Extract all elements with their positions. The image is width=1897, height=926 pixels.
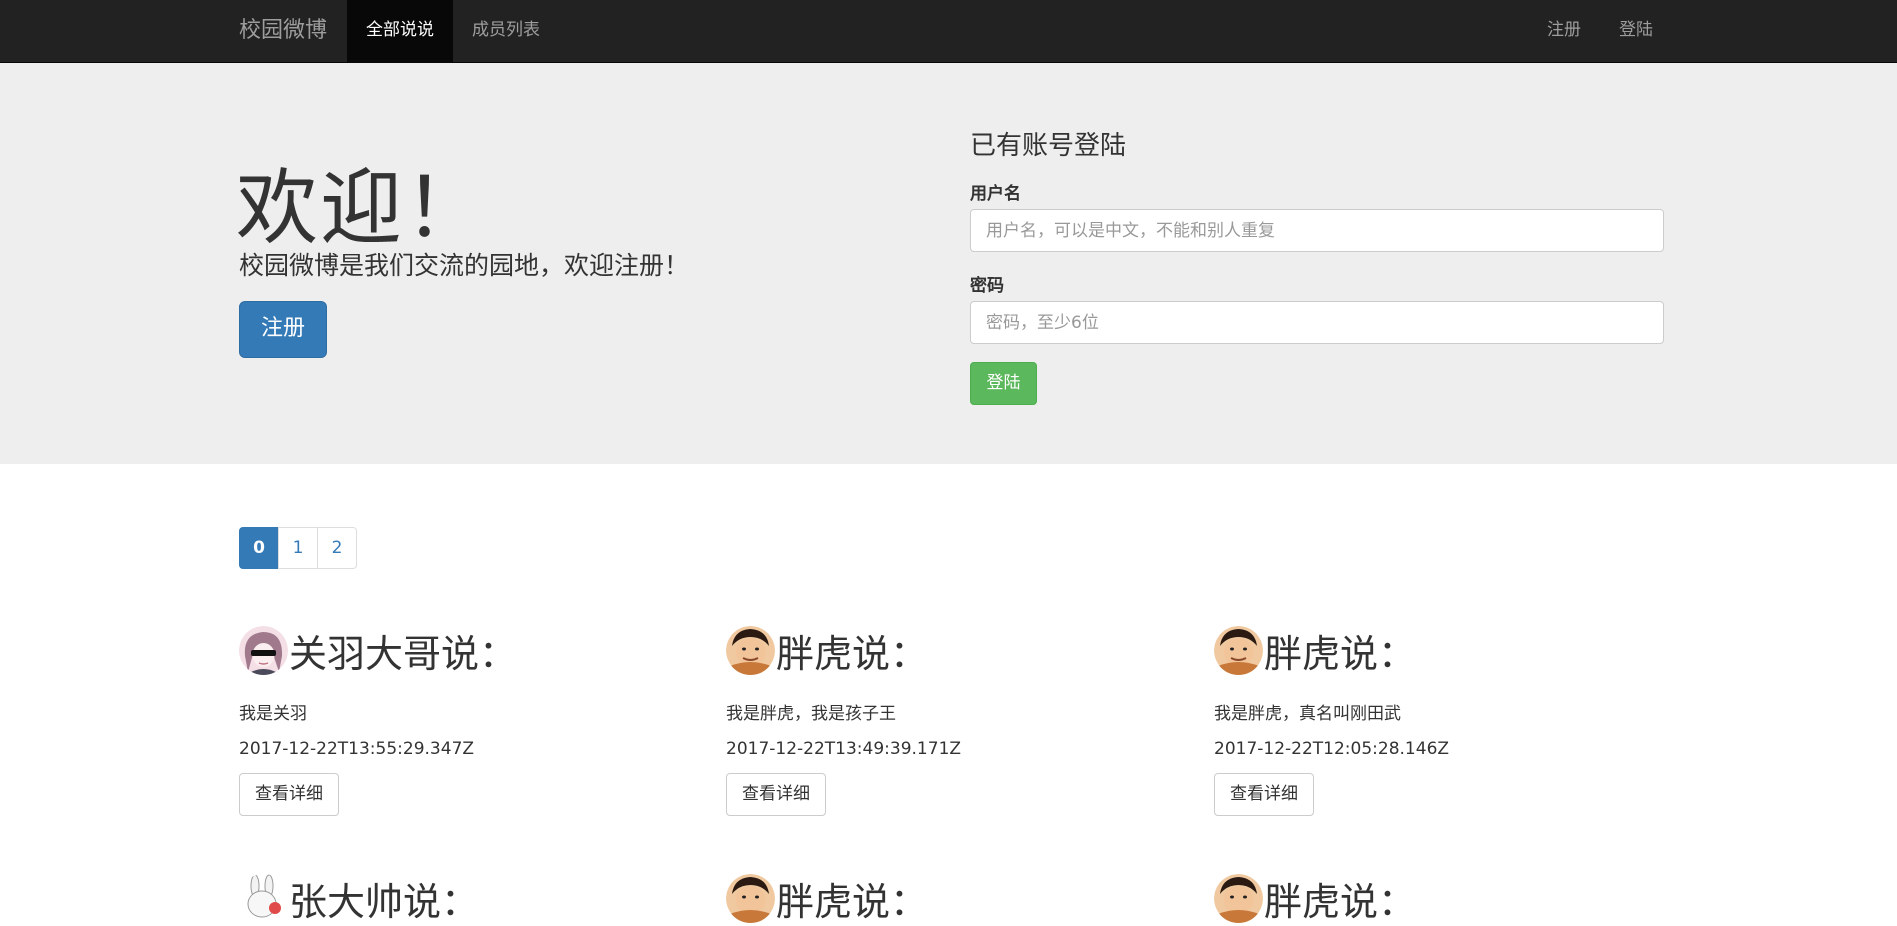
post-author: 关羽大哥说：	[289, 631, 518, 676]
post-author: 胖虎说：	[1264, 879, 1417, 924]
post-author: 张大帅说：	[289, 879, 480, 924]
post-timestamp: 2017-12-22T13:55:29.347Z	[239, 739, 475, 759]
welcome-subtitle: 校园微博是我们交流的园地，欢迎注册！	[239, 251, 690, 280]
view-detail-button[interactable]: 查看详细	[239, 773, 339, 816]
view-detail-button[interactable]: 查看详细	[1214, 773, 1314, 816]
post-timestamp: 2017-12-22T12:05:28.146Z	[1214, 739, 1450, 759]
post-card: 张大帅说：	[239, 872, 699, 924]
username-label: 用户名	[970, 184, 1021, 204]
avatar-gian-icon	[726, 873, 775, 923]
post-author: 胖虎说：	[776, 879, 929, 924]
nav-item-login[interactable]: 登陆	[1600, 0, 1672, 63]
avatar-anime-girl-icon	[239, 625, 288, 675]
navbar-brand[interactable]: 校园微博	[239, 0, 327, 63]
post-content: 我是胖虎，我是孩子王	[726, 704, 896, 724]
post-header: 胖虎说：	[726, 624, 1186, 676]
nav-item-all-posts[interactable]: 全部说说	[347, 0, 453, 63]
navbar-left: 全部说说 成员列表	[347, 0, 559, 63]
post-header: 胖虎说：	[1214, 624, 1674, 676]
view-detail-button[interactable]: 查看详细	[726, 773, 826, 816]
post-content: 我是胖虎，真名叫刚田武	[1214, 704, 1401, 724]
login-title: 已有账号登陆	[970, 131, 1127, 161]
avatar-gian-icon	[726, 625, 775, 675]
nav-item-member-list[interactable]: 成员列表	[453, 0, 559, 63]
pagination: 0 1 2	[239, 527, 357, 569]
post-card: 胖虎说：	[726, 872, 1186, 924]
page-link-0[interactable]: 0	[239, 527, 279, 569]
nav-item-register[interactable]: 注册	[1528, 0, 1600, 63]
post-header: 胖虎说：	[726, 872, 1186, 924]
page-link-2[interactable]: 2	[317, 527, 357, 569]
post-author: 胖虎说：	[776, 631, 929, 676]
username-input[interactable]	[970, 209, 1664, 252]
navbar: 校园微博 全部说说 成员列表 注册 登陆	[0, 0, 1897, 63]
post-header: 关羽大哥说：	[239, 624, 699, 676]
password-label: 密码	[970, 276, 1004, 296]
register-button[interactable]: 注册	[239, 301, 327, 358]
post-author: 胖虎说：	[1264, 631, 1417, 676]
post-content: 我是关羽	[239, 704, 307, 724]
avatar-gian-icon	[1214, 625, 1263, 675]
password-input[interactable]	[970, 301, 1664, 344]
login-button[interactable]: 登陆	[970, 362, 1037, 405]
post-card: 胖虎说： 我是胖虎，我是孩子王 2017-12-22T13:49:39.171Z…	[726, 624, 1186, 816]
avatar-gian-icon	[1214, 873, 1263, 923]
post-header: 张大帅说：	[239, 872, 699, 924]
avatar-rabbit-icon	[239, 873, 288, 923]
post-card: 胖虎说： 我是胖虎，真名叫刚田武 2017-12-22T12:05:28.146…	[1214, 624, 1674, 816]
jumbotron: 欢迎！ 校园微博是我们交流的园地，欢迎注册！ 注册 已有账号登陆 用户名 密码 …	[0, 63, 1897, 464]
post-header: 胖虎说：	[1214, 872, 1674, 924]
navbar-right: 注册 登陆	[1528, 0, 1672, 63]
post-card: 胖虎说：	[1214, 872, 1674, 924]
page-link-1[interactable]: 1	[278, 527, 318, 569]
welcome-title: 欢迎！	[236, 161, 489, 256]
post-card: 关羽大哥说： 我是关羽 2017-12-22T13:55:29.347Z 查看详…	[239, 624, 699, 816]
post-timestamp: 2017-12-22T13:49:39.171Z	[726, 739, 962, 759]
